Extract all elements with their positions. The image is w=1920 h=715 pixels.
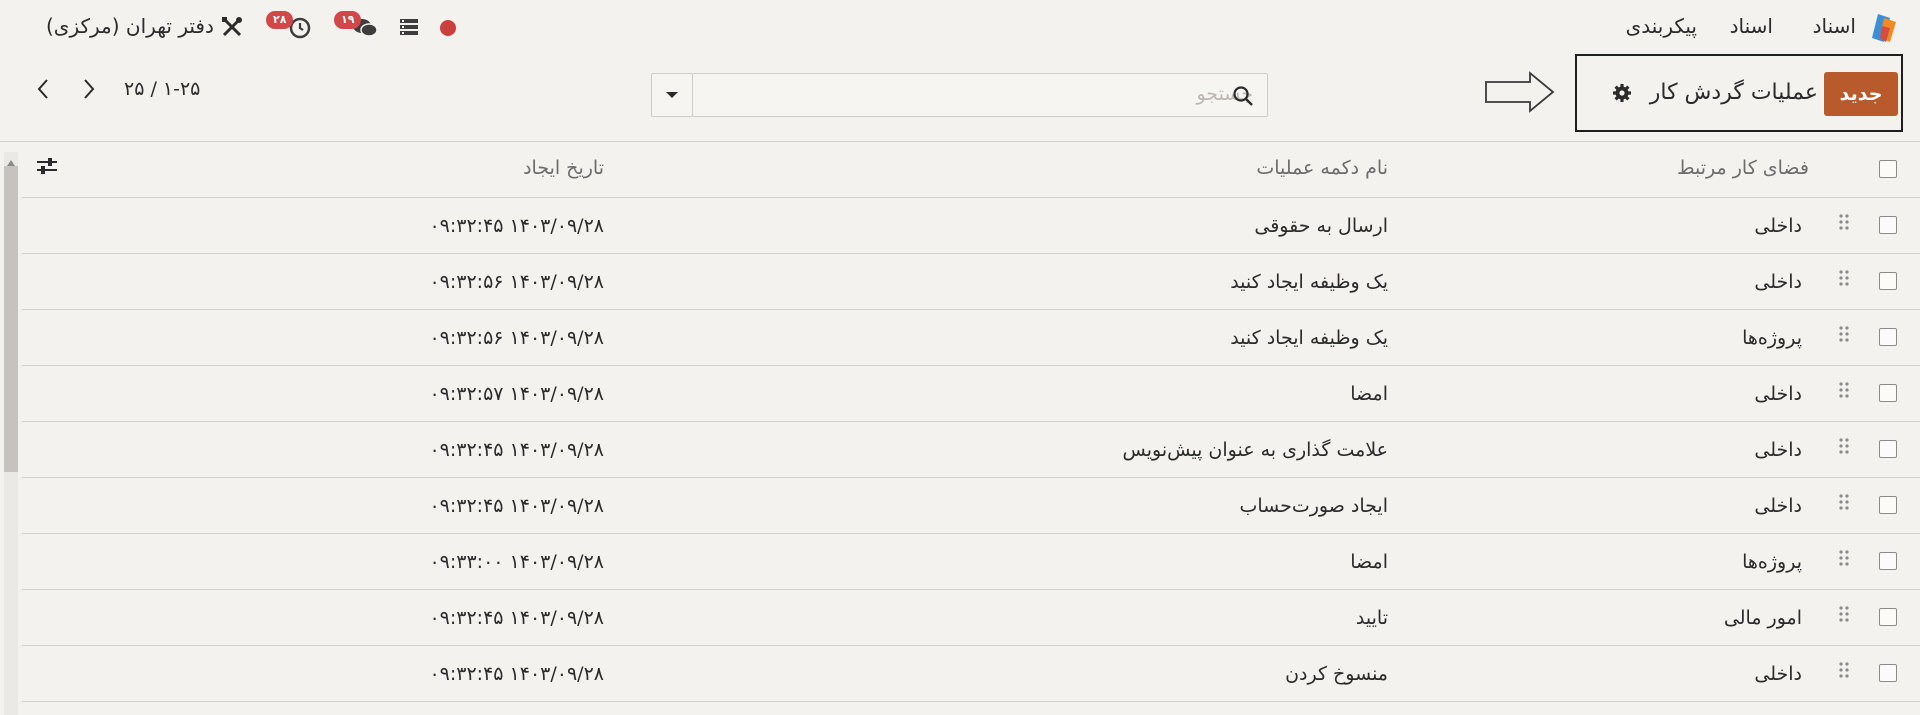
tools-icon[interactable]	[220, 15, 244, 43]
activity-badge: ۲۸	[266, 11, 294, 29]
drag-handle-icon[interactable]	[1838, 381, 1850, 403]
new-button[interactable]: جدید	[1824, 72, 1898, 116]
search-input[interactable]: جستجو	[692, 73, 1268, 117]
cell-workspace: داخلی	[1754, 215, 1802, 237]
cell-workspace: داخلی	[1754, 383, 1802, 405]
table-row[interactable]: پروژه‌ها امضا ۱۴۰۳/۰۹/۲۸ ۰۹:۳۳:۰۰	[22, 534, 1920, 590]
table-row[interactable]: داخلی ارسال به حقوقی ۱۴۰۳/۰۹/۲۸ ۰۹:۳۲:۴۵	[22, 198, 1920, 254]
table-row[interactable]: امور مالی تایید ۱۴۰۳/۰۹/۲۸ ۰۹:۳۲:۴۵	[22, 590, 1920, 646]
app-logo-icon[interactable]	[1868, 12, 1898, 44]
drag-handle-icon[interactable]	[1838, 549, 1850, 571]
record-dot-icon[interactable]	[440, 20, 456, 36]
table-row[interactable]: داخلی ایجاد صورت‌حساب ۱۴۰۳/۰۹/۲۸ ۰۹:۳۲:۴۵	[22, 478, 1920, 534]
cell-action-name: یک وظیفه ایجاد کنید	[1230, 327, 1388, 349]
cell-created: ۱۴۰۳/۰۹/۲۸ ۰۹:۳۲:۴۵	[429, 215, 604, 237]
cell-workspace: داخلی	[1754, 495, 1802, 517]
cell-created: ۱۴۰۳/۰۹/۲۸ ۰۹:۳۲:۴۵	[429, 607, 604, 629]
row-checkbox[interactable]	[1879, 328, 1897, 346]
cell-workspace: داخلی	[1754, 271, 1802, 293]
table-row[interactable]: داخلی امضا ۱۴۰۳/۰۹/۲۸ ۰۹:۳۲:۵۷	[22, 366, 1920, 422]
drag-handle-icon[interactable]	[1838, 605, 1850, 627]
drag-handle-icon[interactable]	[1838, 325, 1850, 347]
page-title: عملیات گردش کار	[1649, 80, 1818, 105]
cell-action-name: ارسال به حقوقی	[1254, 215, 1388, 237]
cell-action-name: منسوخ کردن	[1285, 663, 1388, 685]
search-icon[interactable]	[1232, 85, 1254, 111]
col-header-created[interactable]: تاریخ ایجاد	[523, 154, 604, 182]
col-header-workspace[interactable]: فضای کار مرتبط	[1677, 154, 1809, 182]
caret-down-icon	[666, 92, 678, 98]
cell-action-name: یک وظیفه ایجاد کنید	[1230, 271, 1388, 293]
col-header-action-name[interactable]: نام دکمه عملیات	[1256, 154, 1388, 182]
cell-action-name: تایید	[1355, 607, 1388, 629]
row-checkbox[interactable]	[1879, 496, 1897, 514]
drag-handle-icon[interactable]	[1838, 493, 1850, 515]
drag-handle-icon[interactable]	[1838, 213, 1850, 235]
select-all-checkbox[interactable]	[1879, 160, 1897, 178]
drag-handle-icon[interactable]	[1838, 661, 1850, 683]
row-checkbox[interactable]	[1879, 384, 1897, 402]
chevron-left-icon[interactable]	[36, 78, 50, 104]
company-switcher[interactable]: دفتر تهران (مرکزی)	[46, 12, 214, 40]
server-icon[interactable]	[398, 16, 420, 42]
row-checkbox[interactable]	[1879, 552, 1897, 570]
cell-created: ۱۴۰۳/۰۹/۲۸ ۰۹:۳۲:۴۵	[429, 663, 604, 685]
app-name[interactable]: اسناد	[1813, 12, 1856, 40]
table-row[interactable]: داخلی منسوخ کردن ۱۴۰۳/۰۹/۲۸ ۰۹:۳۲:۴۵	[22, 646, 1920, 702]
row-checkbox[interactable]	[1879, 608, 1897, 626]
scrollbar-thumb[interactable]	[4, 166, 18, 472]
cell-workspace: پروژه‌ها	[1742, 551, 1802, 573]
cell-created: ۱۴۰۳/۰۹/۲۸ ۰۹:۳۳:۰۰	[429, 551, 604, 573]
gear-icon[interactable]	[1612, 83, 1632, 107]
control-divider	[0, 141, 1920, 142]
cell-workspace: داخلی	[1754, 663, 1802, 685]
table-row[interactable]: داخلی علامت گذاری به عنوان پیش‌نویس ۱۴۰۳/۰…	[22, 422, 1920, 478]
cell-created: ۱۴۰۳/۰۹/۲۸ ۰۹:۳۲:۴۵	[429, 439, 604, 461]
cell-action-name: علامت گذاری به عنوان پیش‌نویس	[1122, 439, 1388, 461]
row-checkbox[interactable]	[1879, 664, 1897, 682]
arrow-right-icon	[1484, 70, 1556, 118]
search-options-toggle[interactable]	[651, 73, 693, 117]
cell-action-name: امضا	[1350, 551, 1388, 573]
row-checkbox[interactable]	[1879, 272, 1897, 290]
column-settings-icon[interactable]	[36, 156, 58, 180]
chevron-right-icon[interactable]	[82, 78, 96, 104]
cell-created: ۱۴۰۳/۰۹/۲۸ ۰۹:۳۲:۵۷	[429, 383, 604, 405]
drag-handle-icon[interactable]	[1838, 437, 1850, 459]
cell-action-name: ایجاد صورت‌حساب	[1239, 495, 1388, 517]
row-checkbox[interactable]	[1879, 216, 1897, 234]
cell-action-name: امضا	[1350, 383, 1388, 405]
table-row[interactable]: پروژه‌ها یک وظیفه ایجاد کنید ۱۴۰۳/۰۹/۲۸ ۰۹…	[22, 310, 1920, 366]
cell-workspace: پروژه‌ها	[1742, 327, 1802, 349]
row-checkbox[interactable]	[1879, 440, 1897, 458]
cell-created: ۱۴۰۳/۰۹/۲۸ ۰۹:۳۲:۴۵	[429, 495, 604, 517]
cell-workspace: داخلی	[1754, 439, 1802, 461]
menu-documents[interactable]: اسناد	[1730, 12, 1773, 40]
cell-created: ۱۴۰۳/۰۹/۲۸ ۰۹:۳۲:۵۶	[429, 271, 604, 293]
cell-created: ۱۴۰۳/۰۹/۲۸ ۰۹:۳۲:۵۶	[429, 327, 604, 349]
messages-badge: ۱۹	[334, 11, 362, 29]
drag-handle-icon[interactable]	[1838, 269, 1850, 291]
table-row[interactable]: داخلی یک وظیفه ایجاد کنید ۱۴۰۳/۰۹/۲۸ ۰۹:۳۲…	[22, 254, 1920, 310]
menu-configuration[interactable]: پیکربندی	[1626, 12, 1697, 40]
pager-value[interactable]: ۱-۲۵ / ۲۵	[124, 78, 200, 100]
cell-workspace: امور مالی	[1723, 607, 1802, 629]
